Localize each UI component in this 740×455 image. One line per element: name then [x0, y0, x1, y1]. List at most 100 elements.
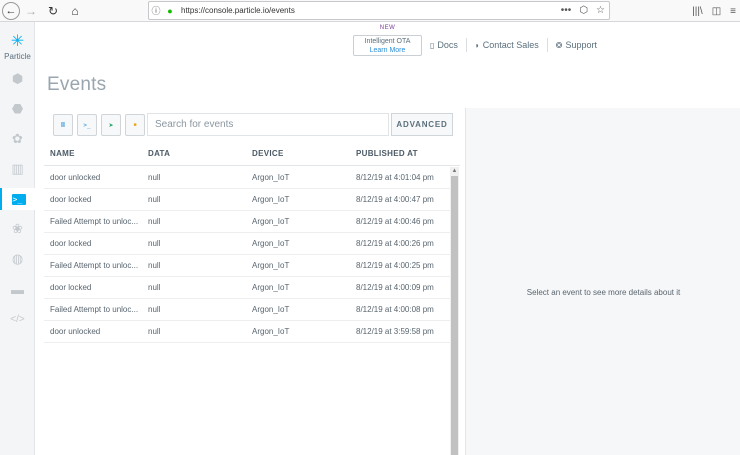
contact-sales-link[interactable]: ◗ Contact Sales [475, 38, 548, 52]
rail-devices-icon[interactable]: ⬢ [0, 68, 35, 90]
table-row[interactable]: Failed Attempt to unloc... null Argon_Io… [44, 211, 450, 233]
page-actions-icon[interactable]: ••• [561, 5, 572, 16]
terminal-icon: >_ [83, 121, 91, 129]
bookmark-star-icon[interactable]: ☆ [596, 5, 605, 16]
advanced-button[interactable]: ADVANCED [391, 113, 453, 136]
rail-sims-icon[interactable]: ▥ [0, 158, 35, 180]
event-published: 8/12/19 at 4:00:25 pm [356, 261, 434, 270]
event-name: Failed Attempt to unloc... [50, 217, 139, 226]
library-icon[interactable]: |||\ [692, 6, 703, 17]
event-device: Argon_IoT [252, 217, 290, 226]
support-link[interactable]: ❂ Support [556, 38, 605, 52]
details-empty-message: Select an event to see more details abou… [526, 288, 681, 297]
event-device: Argon_IoT [252, 327, 290, 336]
ota-learn-more: Learn More [369, 46, 406, 54]
table-row[interactable]: Failed Attempt to unloc... null Argon_Io… [44, 299, 450, 321]
event-data: null [148, 283, 161, 292]
pause-button[interactable]: II [53, 114, 73, 136]
search-input[interactable] [147, 113, 389, 136]
event-details-panel: Select an event to see more details abou… [465, 108, 740, 455]
event-device: Argon_IoT [252, 239, 290, 248]
url-text[interactable]: https://console.particle.io/events [181, 6, 295, 15]
event-published: 8/12/19 at 3:59:58 pm [356, 327, 434, 336]
event-name: door locked [50, 239, 92, 248]
private-events-button[interactable]: ■ [125, 114, 145, 136]
hamburger-menu-icon[interactable]: ≡ [730, 6, 736, 17]
browser-toolbar: ← → ↻ ⌂ ⓘ ● https://console.particle.io/… [0, 0, 740, 22]
event-published: 8/12/19 at 4:00:08 pm [356, 305, 434, 314]
rail-billing-icon[interactable]: ▬ [0, 278, 35, 300]
locate-button[interactable]: ➤ [101, 114, 121, 136]
particle-star-icon: ✳ [10, 33, 25, 50]
rail-mesh-icon[interactable]: ❀ [0, 218, 35, 240]
pocket-icon[interactable]: ⬡ [579, 5, 588, 16]
rail-auth-icon[interactable]: ◍ [0, 248, 35, 270]
rail-products-icon[interactable]: ⬣ [0, 98, 35, 120]
support-label: Support [565, 40, 598, 50]
table-header: NAME DATA DEVICE PUBLISHED AT [44, 146, 460, 166]
event-data: null [148, 195, 161, 204]
table-row[interactable]: door unlocked null Argon_IoT 8/12/19 at … [44, 167, 450, 189]
docs-link[interactable]: ▯ Docs [430, 38, 467, 52]
pause-icon: II [61, 121, 65, 129]
event-published: 8/12/19 at 4:00:26 pm [356, 239, 434, 248]
intelligent-ota-button[interactable]: Intelligent OTA Learn More [353, 34, 422, 56]
table-row[interactable]: door locked null Argon_IoT 8/12/19 at 4:… [44, 189, 450, 211]
address-bar[interactable]: ⓘ ● https://console.particle.io/events •… [148, 1, 610, 20]
event-name: door locked [50, 283, 92, 292]
lock-icon[interactable]: ● [163, 6, 177, 16]
event-name: door locked [50, 195, 92, 204]
event-device: Argon_IoT [252, 305, 290, 314]
terminal-icon: >_ [11, 193, 26, 205]
scroll-thumb[interactable] [451, 176, 458, 455]
chat-icon: ◗ [474, 40, 480, 50]
ota-promo: NEW Intelligent OTA Learn More [353, 25, 422, 56]
scroll-up-icon[interactable]: ▲ [450, 167, 459, 176]
rail-events-item[interactable]: >_ [0, 188, 35, 210]
ota-title: Intelligent OTA [364, 37, 411, 45]
left-nav-rail: ✳ Particle ⬢ ⬣ ✿ ▥ >_ ❀ ◍ ▬ </> [0, 22, 35, 455]
table-row[interactable]: door locked null Argon_IoT 8/12/19 at 4:… [44, 277, 450, 299]
event-device: Argon_IoT [252, 195, 290, 204]
col-device[interactable]: DEVICE [252, 146, 352, 166]
event-toolbar: II >_ ➤ ■ [53, 113, 145, 137]
rail-integrations-icon[interactable]: </> [0, 308, 35, 330]
event-device: Argon_IoT [252, 173, 290, 182]
table-row[interactable]: door unlocked null Argon_IoT 8/12/19 at … [44, 321, 450, 343]
particle-logo[interactable]: ✳ Particle [0, 33, 35, 62]
forward-arrow-icon[interactable]: → [20, 0, 42, 22]
lifebuoy-icon: ❂ [555, 40, 563, 50]
event-data: null [148, 327, 161, 336]
docs-label: Docs [437, 40, 458, 50]
events-scrollbar[interactable]: ▲ [450, 167, 459, 455]
info-icon[interactable]: ⓘ [149, 4, 163, 17]
col-name[interactable]: NAME [50, 146, 148, 166]
event-name: Failed Attempt to unloc... [50, 261, 139, 270]
events-list: door unlocked null Argon_IoT 8/12/19 at … [44, 167, 450, 343]
event-published: 8/12/19 at 4:01:04 pm [356, 173, 434, 182]
reload-icon[interactable]: ↻ [42, 0, 64, 22]
event-published: 8/12/19 at 4:00:46 pm [356, 217, 434, 226]
event-published: 8/12/19 at 4:00:47 pm [356, 195, 434, 204]
contact-sales-label: Contact Sales [482, 40, 539, 50]
event-data: null [148, 173, 161, 182]
terminal-view-button[interactable]: >_ [77, 114, 97, 136]
top-links: NEW Intelligent OTA Learn More ▯ Docs ◗ … [353, 24, 605, 56]
home-icon[interactable]: ⌂ [64, 0, 86, 22]
sidebar-toggle-icon[interactable]: ◫ [712, 6, 721, 17]
event-published: 8/12/19 at 4:00:09 pm [356, 283, 434, 292]
event-name: Failed Attempt to unloc... [50, 305, 139, 314]
back-arrow-icon[interactable]: ← [2, 1, 20, 20]
col-data[interactable]: DATA [148, 146, 248, 166]
document-icon: ▯ [430, 40, 435, 50]
event-name: door unlocked [50, 327, 101, 336]
particle-logo-text: Particle [4, 52, 31, 61]
event-data: null [148, 261, 161, 270]
col-published-at[interactable]: PUBLISHED AT [356, 146, 456, 166]
lock-icon: ■ [133, 122, 137, 128]
event-data: null [148, 305, 161, 314]
table-row[interactable]: door locked null Argon_IoT 8/12/19 at 4:… [44, 233, 450, 255]
page-title: Events [47, 74, 107, 95]
table-row[interactable]: Failed Attempt to unloc... null Argon_Io… [44, 255, 450, 277]
rail-networks-icon[interactable]: ✿ [0, 128, 35, 150]
